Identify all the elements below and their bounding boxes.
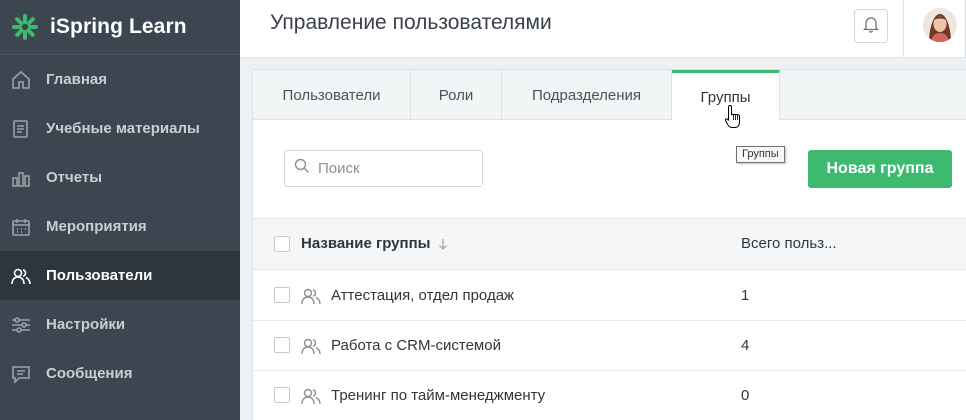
sidebar: iSpring Learn Главная Учебные материалы … bbox=[0, 0, 240, 420]
tab-users[interactable]: Пользователи bbox=[253, 70, 411, 120]
sidebar-item-messages[interactable]: Сообщения bbox=[0, 349, 240, 398]
groups-panel: Пользователи Роли Подразделения Группы Г… bbox=[252, 69, 966, 420]
user-count: 1 bbox=[741, 287, 750, 304]
sidebar-item-label: Настройки bbox=[46, 316, 126, 333]
hand-cursor-icon bbox=[724, 104, 742, 130]
users-icon bbox=[10, 265, 32, 287]
sidebar-item-events[interactable]: Мероприятия bbox=[0, 202, 240, 251]
column-header-name[interactable]: Название группы bbox=[301, 235, 448, 252]
calendar-icon bbox=[10, 216, 32, 238]
sidebar-item-label: Главная bbox=[46, 71, 108, 88]
column-header-label: Название группы bbox=[301, 235, 431, 252]
group-name[interactable]: Аттестация, отдел продаж bbox=[331, 287, 514, 304]
group-name[interactable]: Работа с CRM-системой bbox=[331, 337, 501, 354]
table-header: Название группы Всего польз... bbox=[253, 218, 966, 270]
sidebar-item-users[interactable]: Пользователи bbox=[0, 251, 240, 300]
page-title: Управление пользователями bbox=[270, 11, 552, 34]
table-row[interactable]: Аттестация, отдел продаж 1 bbox=[253, 271, 966, 321]
sidebar-item-label: Отчеты bbox=[46, 169, 103, 186]
sidebar-item-label: Сообщения bbox=[46, 365, 133, 382]
tooltip: Группы bbox=[736, 146, 785, 163]
avatar[interactable] bbox=[923, 8, 957, 42]
reports-icon bbox=[10, 167, 32, 189]
sidebar-item-home[interactable]: Главная bbox=[0, 55, 240, 104]
tab-departments[interactable]: Подразделения bbox=[502, 70, 672, 120]
sidebar-item-reports[interactable]: Отчеты bbox=[0, 153, 240, 202]
group-name[interactable]: Тренинг по тайм-менеджменту bbox=[331, 387, 545, 404]
group-icon bbox=[300, 285, 322, 307]
notifications-button[interactable] bbox=[854, 9, 888, 43]
header-divider bbox=[903, 0, 904, 57]
group-icon bbox=[300, 385, 322, 407]
sidebar-item-label: Пользователи bbox=[46, 267, 153, 284]
table-row[interactable]: Работа с CRM-системой 4 bbox=[253, 321, 966, 371]
bell-icon bbox=[862, 15, 880, 38]
materials-icon bbox=[10, 118, 32, 140]
messages-icon bbox=[10, 363, 32, 385]
row-checkbox[interactable] bbox=[274, 387, 290, 403]
select-all-checkbox[interactable] bbox=[274, 236, 290, 252]
sort-arrow-down-icon bbox=[438, 238, 448, 250]
row-checkbox[interactable] bbox=[274, 287, 290, 303]
ispring-logo-icon bbox=[10, 12, 40, 42]
tab-roles[interactable]: Роли bbox=[411, 70, 502, 120]
user-count: 4 bbox=[741, 337, 750, 354]
search-icon bbox=[294, 158, 310, 179]
search-box[interactable] bbox=[284, 150, 483, 187]
user-count: 0 bbox=[741, 387, 750, 404]
home-icon bbox=[10, 69, 32, 91]
search-input[interactable] bbox=[318, 160, 468, 177]
group-icon bbox=[300, 335, 322, 357]
new-group-button[interactable]: Новая группа bbox=[808, 150, 952, 188]
logo-text: iSpring Learn bbox=[50, 15, 187, 38]
top-header: Управление пользователями bbox=[240, 0, 966, 58]
settings-icon bbox=[10, 314, 32, 336]
row-checkbox[interactable] bbox=[274, 337, 290, 353]
tab-bar: Пользователи Роли Подразделения Группы bbox=[253, 70, 966, 121]
sidebar-item-settings[interactable]: Настройки bbox=[0, 300, 240, 349]
column-header-count[interactable]: Всего польз... bbox=[741, 235, 837, 252]
table-row[interactable]: Тренинг по тайм-менеджменту 0 bbox=[253, 371, 966, 420]
sidebar-item-materials[interactable]: Учебные материалы bbox=[0, 104, 240, 153]
sidebar-item-label: Учебные материалы bbox=[46, 120, 200, 137]
logo[interactable]: iSpring Learn bbox=[0, 0, 240, 55]
sidebar-item-label: Мероприятия bbox=[46, 218, 147, 235]
